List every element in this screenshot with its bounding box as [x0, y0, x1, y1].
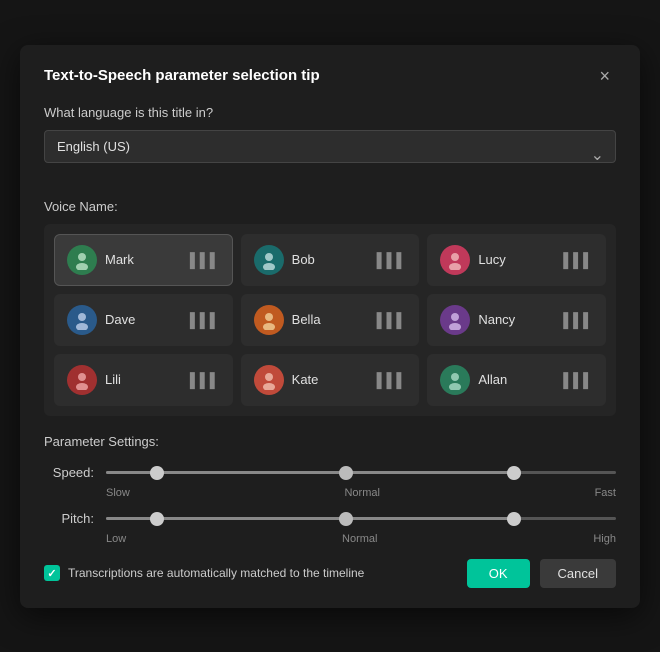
speed-thumb-3[interactable]	[507, 466, 521, 480]
button-row: OK Cancel	[467, 559, 616, 588]
voice-card-bella[interactable]: Bella ▌▌▌	[241, 294, 420, 346]
voice-avatar-kate	[254, 365, 284, 395]
wave-icon-lili: ▌▌▌	[190, 372, 220, 388]
voice-name-allan: Allan	[478, 372, 507, 387]
pitch-fill	[106, 517, 514, 520]
speed-fast-label: Fast	[595, 487, 616, 499]
voice-grid: Mark ▌▌▌ Bob ▌▌▌	[54, 234, 606, 406]
speed-label: Speed:	[44, 465, 94, 480]
voice-card-bob[interactable]: Bob ▌▌▌	[241, 234, 420, 286]
voice-name-label: Voice Name:	[44, 199, 616, 214]
voice-left-allan: Allan	[440, 365, 507, 395]
voice-left-kate: Kate	[254, 365, 319, 395]
speed-slider-wrapper	[106, 463, 616, 483]
voice-left-lili: Lili	[67, 365, 121, 395]
pitch-low-label: Low	[106, 533, 126, 545]
pitch-slider-wrapper	[106, 509, 616, 529]
voice-card-mark[interactable]: Mark ▌▌▌	[54, 234, 233, 286]
wave-icon-lucy: ▌▌▌	[563, 252, 593, 268]
auto-match-checkbox[interactable]	[44, 565, 60, 581]
ok-button[interactable]: OK	[467, 559, 530, 588]
speed-track	[106, 471, 616, 474]
voice-name-bella: Bella	[292, 312, 321, 327]
pitch-thumb-3[interactable]	[507, 512, 521, 526]
voice-avatar-lucy	[440, 245, 470, 275]
voice-name-kate: Kate	[292, 372, 319, 387]
checkbox-label: Transcriptions are automatically matched…	[68, 566, 364, 580]
wave-icon-dave: ▌▌▌	[190, 312, 220, 328]
close-button[interactable]: ×	[593, 65, 616, 87]
voice-card-allan[interactable]: Allan ▌▌▌	[427, 354, 606, 406]
pitch-thumb-2[interactable]	[339, 512, 353, 526]
voice-left-bob: Bob	[254, 245, 315, 275]
voice-avatar-nancy	[440, 305, 470, 335]
wave-icon-bob: ▌▌▌	[377, 252, 407, 268]
language-select[interactable]: English (US) English (UK) Spanish French…	[44, 130, 616, 163]
pitch-high-label: High	[593, 533, 616, 545]
cancel-button[interactable]: Cancel	[540, 559, 616, 588]
pitch-track	[106, 517, 616, 520]
voice-avatar-bob	[254, 245, 284, 275]
speed-fill	[106, 471, 514, 474]
wave-icon-bella: ▌▌▌	[377, 312, 407, 328]
pitch-row: Pitch:	[44, 509, 616, 529]
language-select-wrapper: English (US) English (UK) Spanish French…	[44, 130, 616, 181]
speed-row: Speed:	[44, 463, 616, 483]
voice-name-lucy: Lucy	[478, 252, 505, 267]
voice-card-dave[interactable]: Dave ▌▌▌	[54, 294, 233, 346]
overlay: Text-to-Speech parameter selection tip ×…	[0, 0, 660, 652]
voice-name-lili: Lili	[105, 372, 121, 387]
wave-icon-nancy: ▌▌▌	[563, 312, 593, 328]
voice-grid-wrapper: Mark ▌▌▌ Bob ▌▌▌	[44, 224, 616, 416]
voice-card-lili[interactable]: Lili ▌▌▌	[54, 354, 233, 406]
voice-avatar-allan	[440, 365, 470, 395]
speed-labels: Slow Normal Fast	[106, 487, 616, 499]
voice-card-lucy[interactable]: Lucy ▌▌▌	[427, 234, 606, 286]
pitch-label: Pitch:	[44, 511, 94, 526]
wave-icon-kate: ▌▌▌	[377, 372, 407, 388]
voice-left-nancy: Nancy	[440, 305, 515, 335]
voice-name-mark: Mark	[105, 252, 134, 267]
voice-avatar-bella	[254, 305, 284, 335]
language-question: What language is this title in?	[44, 105, 616, 120]
speed-thumb-2[interactable]	[339, 466, 353, 480]
voice-avatar-mark	[67, 245, 97, 275]
pitch-labels: Low Normal High	[106, 533, 616, 545]
speed-slow-label: Slow	[106, 487, 130, 499]
voice-avatar-dave	[67, 305, 97, 335]
pitch-thumb-1[interactable]	[150, 512, 164, 526]
checkbox-row: Transcriptions are automatically matched…	[44, 565, 364, 581]
dialog-header: Text-to-Speech parameter selection tip ×	[44, 65, 616, 87]
wave-icon-mark: ▌▌▌	[190, 252, 220, 268]
dialog-title: Text-to-Speech parameter selection tip	[44, 67, 320, 84]
voice-left-mark: Mark	[67, 245, 134, 275]
pitch-normal-label: Normal	[342, 533, 377, 545]
voice-left-lucy: Lucy	[440, 245, 505, 275]
voice-left-bella: Bella	[254, 305, 321, 335]
voice-name-nancy: Nancy	[478, 312, 515, 327]
voice-card-kate[interactable]: Kate ▌▌▌	[241, 354, 420, 406]
speed-normal-label: Normal	[344, 487, 379, 499]
voice-card-nancy[interactable]: Nancy ▌▌▌	[427, 294, 606, 346]
params-label: Parameter Settings:	[44, 434, 616, 449]
dialog: Text-to-Speech parameter selection tip ×…	[20, 45, 640, 608]
voice-left-dave: Dave	[67, 305, 135, 335]
voice-name-bob: Bob	[292, 252, 315, 267]
footer: Transcriptions are automatically matched…	[44, 559, 616, 588]
voice-name-dave: Dave	[105, 312, 135, 327]
wave-icon-allan: ▌▌▌	[563, 372, 593, 388]
speed-thumb-1[interactable]	[150, 466, 164, 480]
voice-avatar-lili	[67, 365, 97, 395]
